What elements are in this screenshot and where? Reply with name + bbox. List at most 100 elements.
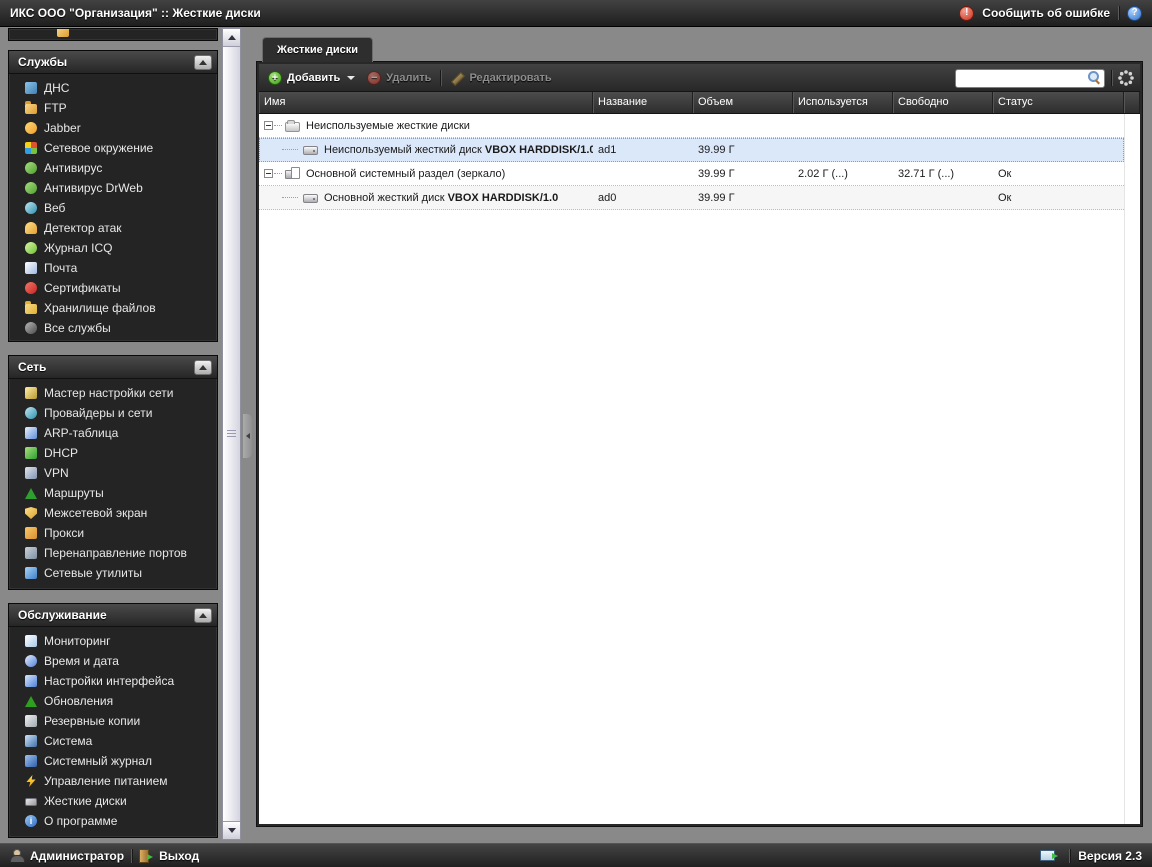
status-cell: Ок: [998, 191, 1012, 204]
sidebar-item-backup[interactable]: Резервные копии: [9, 711, 217, 731]
table-row[interactable]: Основной системный раздел (зеркало) 39.99…: [259, 162, 1124, 186]
column-header[interactable]: Используется: [793, 92, 893, 113]
sidebar-item-clock[interactable]: Время и дата: [9, 651, 217, 671]
table-row[interactable]: Основной жесткий диск VBOX HARDDISK/1.0 a…: [259, 186, 1124, 210]
sidebar-item-dns-tag[interactable]: ДНС: [9, 78, 217, 98]
column-header[interactable]: Свободно: [893, 92, 993, 113]
sidebar-collapse-handle[interactable]: [243, 414, 252, 458]
section-header-maintenance: Обслуживание: [9, 604, 217, 627]
sidebar-item-wizard-wand[interactable]: Мастер настройки сети: [9, 383, 217, 403]
sidebar-item-arp-table[interactable]: ARP-таблица: [9, 423, 217, 443]
sidebar-item-updates-arrow[interactable]: Обновления: [9, 691, 217, 711]
column-header[interactable]: Название: [593, 92, 693, 113]
row-name-text: Основной жесткий диск: [324, 191, 448, 204]
toolbar-separator: [440, 69, 442, 86]
sidebar-item-jabber-bulb[interactable]: Jabber: [9, 118, 217, 138]
column-header[interactable]: Статус: [993, 92, 1124, 113]
tree-collapse-toggle[interactable]: [264, 169, 273, 178]
disks-grid: Имя Название Объем Используется Свободно Стат…: [259, 92, 1140, 824]
search-icon: [1088, 71, 1101, 84]
sidebar-item-hard-disks[interactable]: Жесткие диски: [9, 791, 217, 811]
sidebar-item-ftp-folder[interactable]: FTP: [9, 98, 217, 118]
sidebar-item-partial[interactable]: [9, 29, 217, 40]
tree-connector: [274, 173, 282, 174]
edit-button[interactable]: Редактировать: [447, 71, 554, 85]
sidebar-item-network-neighborhood[interactable]: Сетевое окружение: [9, 138, 217, 158]
sidebar-item-antivirus-drweb[interactable]: Антивирус DrWeb: [9, 178, 217, 198]
scroll-down-button[interactable]: [223, 821, 240, 839]
scroll-up-button[interactable]: [223, 29, 240, 47]
sidebar-item-firewall-shield[interactable]: Межсетевой экран: [9, 503, 217, 523]
report-error-link[interactable]: Сообщить об ошибке: [982, 6, 1110, 20]
collapse-section-button[interactable]: [194, 54, 212, 70]
table-row[interactable]: Неиспользуемые жесткие диски: [259, 114, 1124, 138]
sidebar-item-all-services-gear[interactable]: Все службы: [9, 318, 217, 338]
name-cell: Неиспользуемый жесткий диск VBOX HARDDIS…: [259, 144, 593, 156]
sidebar-item-proxy-lock[interactable]: Прокси: [9, 523, 217, 543]
column-header[interactable]: Имя: [259, 92, 593, 113]
scrollbar-grip: [227, 430, 236, 438]
sidebar-item-label: Системный журнал: [44, 754, 152, 768]
user-icon: [10, 849, 25, 862]
table-row[interactable]: Неиспользуемый жесткий диск VBOX HARDDIS…: [259, 138, 1124, 162]
sidebar-item-label: ДНС: [44, 81, 70, 95]
delete-button[interactable]: − Удалить: [364, 70, 434, 85]
sidebar-item-system-log-book[interactable]: Системный журнал: [9, 751, 217, 771]
sidebar-item-about-info[interactable]: i О программе: [9, 811, 217, 831]
remote-monitor-icon[interactable]: [1040, 850, 1059, 861]
delete-button-label: Удалить: [386, 71, 432, 84]
clock-icon: [25, 655, 37, 667]
content-frame: + Добавить − Удалить Редактировать Имя Н…: [256, 61, 1143, 827]
sidebar-item-label: Детектор атак: [44, 221, 122, 235]
help-icon[interactable]: ?: [1127, 5, 1142, 21]
sidebar-item-icq-log[interactable]: Журнал ICQ: [9, 238, 217, 258]
topbar-separator: [1118, 6, 1119, 20]
row-name-label: Неиспользуемые жесткие диски: [306, 120, 470, 132]
sidebar-item-power-bolt[interactable]: Управление питанием: [9, 771, 217, 791]
sidebar-item-label: Журнал ICQ: [44, 241, 113, 255]
page-title: ИКС ООО "Организация" :: Жесткие диски: [10, 6, 261, 20]
sidebar-item-routes-arrow[interactable]: Маршруты: [9, 483, 217, 503]
sidebar-item-web-globe[interactable]: Веб: [9, 198, 217, 218]
search-input[interactable]: [955, 68, 1105, 88]
edit-button-label: Редактировать: [469, 71, 552, 84]
logout-button[interactable]: Выход: [159, 849, 199, 863]
sidebar-item-dhcp-arrows[interactable]: DHCP: [9, 443, 217, 463]
sidebar-item-label: Жесткие диски: [44, 794, 127, 808]
sidebar-item-system-monitor[interactable]: Система: [9, 731, 217, 751]
sidebar-item-network-tools-wrench[interactable]: Сетевые утилиты: [9, 563, 217, 583]
add-button[interactable]: + Добавить: [265, 70, 358, 85]
delete-minus-icon: −: [367, 70, 382, 85]
gear-icon[interactable]: [1118, 69, 1134, 86]
wizard-wand-icon: [25, 387, 37, 399]
tree-collapse-toggle[interactable]: [264, 121, 273, 130]
column-header[interactable]: Объем: [693, 92, 793, 113]
status-bar: Администратор Выход Версия 2.3: [0, 843, 1152, 867]
sidebar-item-mail-envelope[interactable]: Почта: [9, 258, 217, 278]
sidebar-item-antivirus[interactable]: Антивирус: [9, 158, 217, 178]
row-name-label: Основной жесткий диск VBOX HARDDISK/1.0: [324, 192, 558, 204]
vpn-server-icon: [25, 467, 37, 479]
sidebar-item-interface-settings[interactable]: Настройки интерфейса: [9, 671, 217, 691]
sidebar-scrollbar[interactable]: [222, 28, 241, 840]
sidebar-item-providers-globe[interactable]: Провайдеры и сети: [9, 403, 217, 423]
sidebar-item-certificates[interactable]: Сертификаты: [9, 278, 217, 298]
section-items: ДНС FTP Jabber Сетевое окружение Антивирус Ан…: [9, 74, 217, 338]
name-cell: Неиспользуемые жесткие диски: [259, 119, 593, 132]
sidebar-item-monitoring-chart[interactable]: Мониторинг: [9, 631, 217, 651]
sidebar-item-file-storage-folder[interactable]: Хранилище файлов: [9, 298, 217, 318]
sidebar-item-label: Прокси: [44, 526, 85, 540]
collapse-section-button[interactable]: [194, 359, 212, 375]
sidebar-item-port-forwarding[interactable]: Перенаправление портов: [9, 543, 217, 563]
main-content: Жесткие диски + Добавить − Удалить Редак…: [256, 37, 1143, 827]
sidebar-item-vpn-server[interactable]: VPN: [9, 463, 217, 483]
scrollbar-thumb[interactable]: [223, 47, 240, 821]
file-storage-folder-icon: [25, 301, 37, 314]
arp-table-icon: [25, 427, 37, 439]
tab-hard-disks[interactable]: Жесткие диски: [262, 37, 373, 62]
sidebar-item-attack-detector-bell[interactable]: Детектор атак: [9, 218, 217, 238]
section-title: Сеть: [18, 360, 47, 374]
collapse-section-button[interactable]: [194, 607, 212, 623]
mirror-icon: [285, 167, 301, 180]
toolbar: + Добавить − Удалить Редактировать: [259, 64, 1140, 92]
